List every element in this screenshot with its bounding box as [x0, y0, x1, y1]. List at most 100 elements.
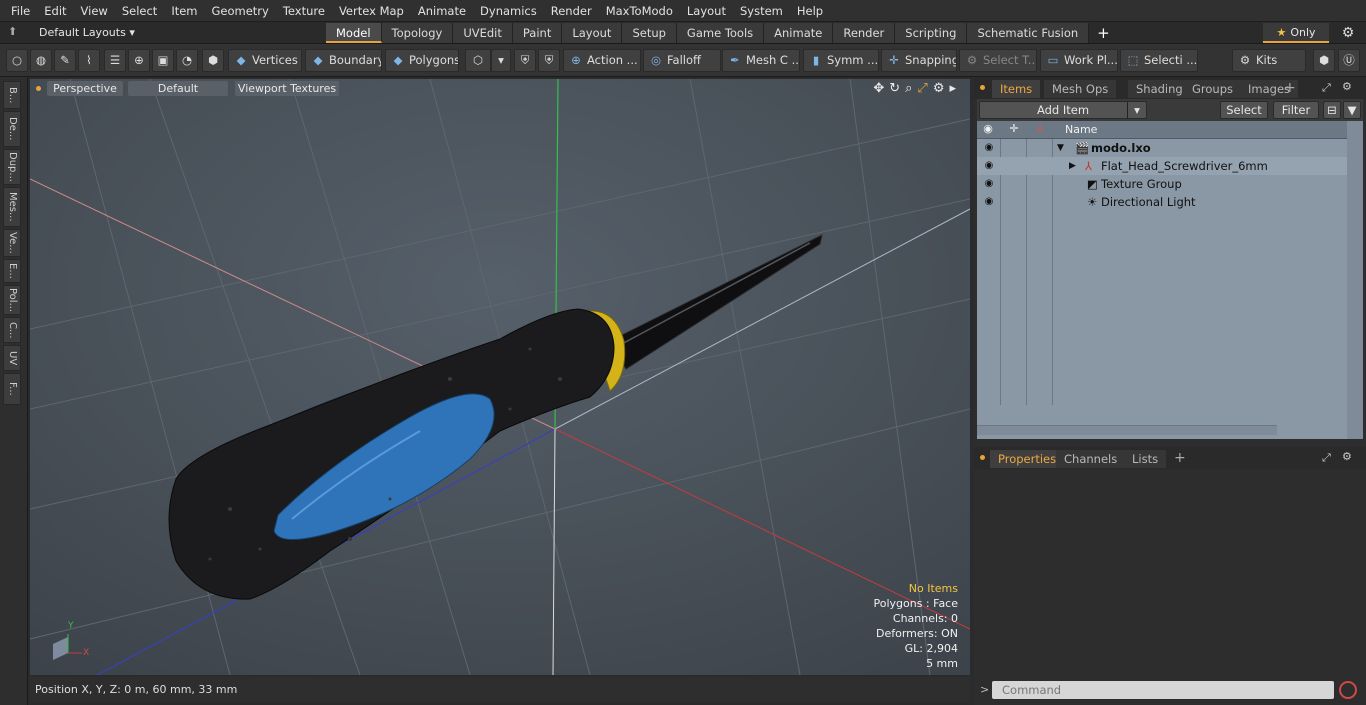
left-tab-deform[interactable]: De...	[3, 111, 21, 147]
collapse-icon[interactable]: ⊟	[1323, 101, 1341, 119]
menu-item[interactable]: Item	[164, 0, 204, 22]
tab-properties[interactable]: Properties	[990, 450, 1065, 468]
tab-scripting[interactable]: Scripting	[895, 23, 968, 43]
shading-dropdown[interactable]: Viewport Textures	[235, 81, 339, 96]
eye-icon[interactable]: ◉	[982, 139, 996, 157]
add-tab-icon[interactable]: +	[1174, 450, 1186, 466]
chevron-down-icon[interactable]: ▾	[1127, 101, 1147, 119]
tab-render[interactable]: Render	[833, 23, 896, 43]
square-icon[interactable]: ▣	[152, 49, 174, 72]
left-tab-vertex[interactable]: Ve...	[3, 229, 21, 257]
viewport-menu-dot-icon[interactable]	[36, 86, 41, 91]
eye-icon[interactable]: ◉	[982, 175, 996, 193]
view-style-dropdown[interactable]: Default	[128, 81, 228, 96]
tab-items[interactable]: Items	[992, 80, 1041, 98]
horizontal-scrollbar[interactable]	[977, 425, 1277, 435]
only-toggle[interactable]: ★ Only	[1263, 23, 1329, 43]
menu-texture[interactable]: Texture	[276, 0, 332, 22]
expand-panel-icon[interactable]: ⤢	[1322, 451, 1331, 465]
mesh-constraint-button[interactable]: ✒ Mesh C ...	[722, 49, 800, 72]
vertices-button[interactable]: ◆ Vertices	[228, 49, 302, 72]
brush-icon[interactable]: ⌇	[78, 49, 100, 72]
circle-select-icon[interactable]: ○	[6, 49, 28, 72]
tree-row-scene[interactable]: ◉ ▼ 🎬 modo.lxo	[977, 139, 1347, 157]
menu-help[interactable]: Help	[790, 0, 830, 22]
shield-icon[interactable]: ⛨	[514, 49, 536, 72]
pan-icon[interactable]: ✥	[873, 81, 884, 96]
tree-row-light[interactable]: ◉ ☀ Directional Light	[977, 193, 1347, 211]
menu-file[interactable]: File	[4, 0, 37, 22]
menu-render[interactable]: Render	[544, 0, 599, 22]
tab-setup[interactable]: Setup	[622, 23, 677, 43]
menu-vertex-map[interactable]: Vertex Map	[332, 0, 411, 22]
orbit-icon[interactable]: ↻	[889, 81, 900, 96]
tab-shading[interactable]: Shading	[1128, 80, 1191, 98]
snapping-button[interactable]: ✛ Snapping	[881, 49, 957, 72]
vertical-scrollbar[interactable]	[1347, 121, 1363, 439]
tab-game-tools[interactable]: Game Tools	[676, 23, 765, 43]
menu-select[interactable]: Select	[115, 0, 164, 22]
record-icon[interactable]	[1339, 681, 1357, 699]
viewport-settings-icon[interactable]: ⚙	[933, 81, 945, 96]
left-tab-duplicate[interactable]: Dup...	[3, 149, 21, 185]
left-tab-edge[interactable]: E...	[3, 259, 21, 283]
pen-icon[interactable]: ✎	[54, 49, 76, 72]
3d-viewport[interactable]: Y X Perspective Default Viewport Texture…	[30, 79, 970, 675]
tab-mesh-ops[interactable]: Mesh Ops	[1044, 80, 1117, 98]
selection-sets-button[interactable]: ⬚ Selecti ...	[1120, 49, 1198, 72]
menu-edit[interactable]: Edit	[37, 0, 73, 22]
left-tab-basic[interactable]: B...	[3, 81, 21, 109]
stack-icon[interactable]: ☰	[104, 49, 126, 72]
menu-animate[interactable]: Animate	[411, 0, 473, 22]
material-icon[interactable]: ⬡	[465, 49, 491, 72]
unreal-icon[interactable]: Ⓤ	[1338, 49, 1360, 72]
name-column-header[interactable]: Name	[1065, 123, 1097, 136]
tab-model[interactable]: Model	[326, 23, 382, 43]
tab-uvedit[interactable]: UVEdit	[453, 23, 513, 43]
panel-menu-dot-icon[interactable]	[980, 85, 985, 90]
visibility-column-icon[interactable]: ◉	[981, 122, 995, 135]
left-tab-fusion[interactable]: F...	[3, 373, 21, 405]
left-tab-uv[interactable]: UV	[3, 345, 21, 371]
work-plane-button[interactable]: ▭ Work Pl...	[1040, 49, 1118, 72]
select-through-button[interactable]: ⚙ Select T...	[959, 49, 1037, 72]
menu-layout[interactable]: Layout	[680, 0, 733, 22]
eye-icon[interactable]: ◉	[982, 193, 996, 211]
tab-topology[interactable]: Topology	[381, 23, 454, 43]
shield-alt-icon[interactable]: ⛨	[538, 49, 560, 72]
menu-dynamics[interactable]: Dynamics	[473, 0, 544, 22]
add-tab-icon[interactable]: +	[1284, 80, 1296, 96]
funnel-icon[interactable]: ▼	[1343, 101, 1361, 119]
panel-menu-dot-icon[interactable]	[980, 455, 985, 460]
polygons-button[interactable]: ◆ Polygons	[385, 49, 459, 72]
chevron-down-icon[interactable]: ▾	[491, 49, 511, 72]
tab-schematic-fusion[interactable]: Schematic Fusion	[967, 23, 1090, 43]
menu-system[interactable]: System	[733, 0, 790, 22]
kits-button[interactable]: ⚙ Kits	[1232, 49, 1306, 72]
zoom-icon[interactable]: ⌕	[905, 81, 912, 96]
expand-triangle-icon[interactable]: ▼	[1057, 139, 1064, 157]
lock-column-icon[interactable]: ✛	[1007, 122, 1021, 135]
tab-groups[interactable]: Groups	[1184, 80, 1242, 98]
item-mode-icon[interactable]: ⬢	[202, 49, 224, 72]
tab-layout[interactable]: Layout	[562, 23, 623, 43]
axis-column-icon[interactable]: ⅄	[1033, 122, 1047, 135]
symmetry-button[interactable]: ▮ Symm ...	[803, 49, 879, 72]
expand-triangle-icon[interactable]: ▶	[1069, 157, 1076, 175]
unity-icon[interactable]: ⬢	[1313, 49, 1335, 72]
select-button[interactable]: Select	[1220, 101, 1268, 119]
left-tab-polygon[interactable]: Pol...	[3, 285, 21, 315]
globe-icon[interactable]: ◍	[30, 49, 52, 72]
menu-view[interactable]: View	[74, 0, 115, 22]
command-input[interactable]: Command	[992, 681, 1334, 699]
up-arrow-icon[interactable]: ⬆	[8, 26, 20, 38]
filter-button[interactable]: Filter	[1273, 101, 1319, 119]
maximize-icon[interactable]: ⤢	[917, 81, 927, 96]
add-tab-icon[interactable]: +	[1089, 23, 1118, 43]
add-item-button[interactable]: Add Item	[979, 101, 1147, 119]
expand-panel-icon[interactable]: ⤢	[1322, 81, 1331, 95]
layout-dropdown[interactable]: Default Layouts ▾	[39, 22, 135, 44]
boundary-button[interactable]: ◆ Boundary	[305, 49, 382, 72]
left-tab-mesh-edit[interactable]: Mes...	[3, 187, 21, 227]
menu-geometry[interactable]: Geometry	[205, 0, 276, 22]
